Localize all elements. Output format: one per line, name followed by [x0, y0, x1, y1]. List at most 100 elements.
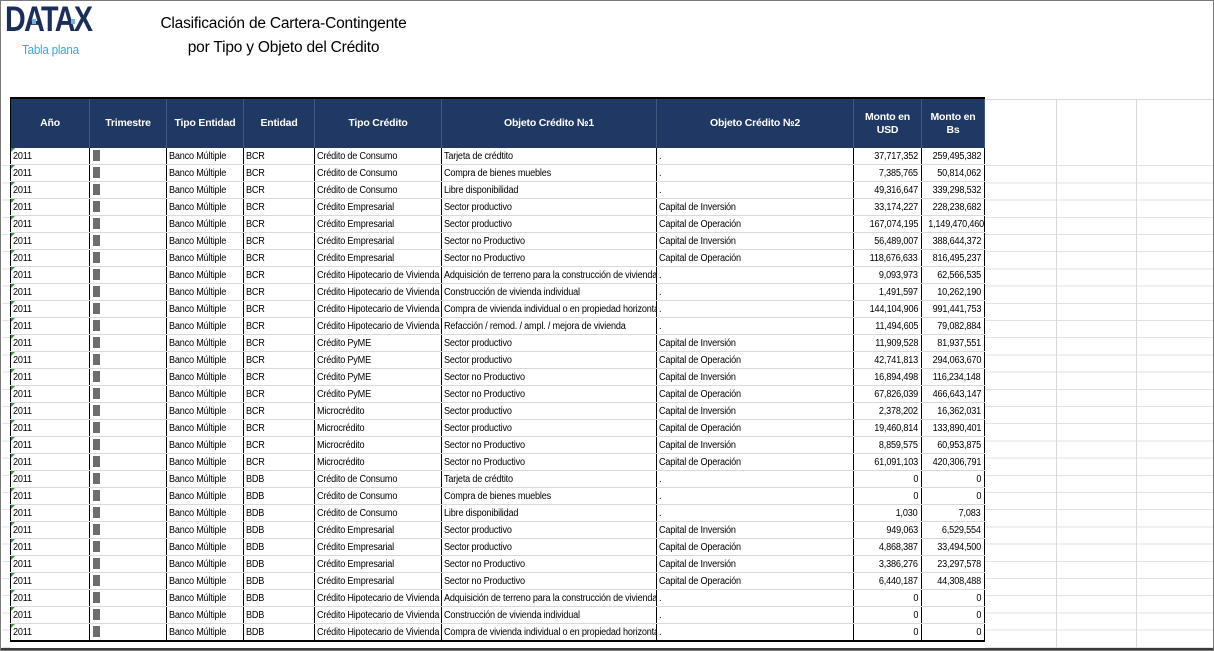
cell-tipo-credito[interactable]: Microcrédito [315, 420, 442, 437]
cell-tipo-entidad[interactable]: Banco Múltiple [167, 471, 244, 488]
cell-tipo-credito[interactable]: Crédito PyME [315, 352, 442, 369]
cell-objeto-credito-2[interactable]: Capital de Operación [657, 539, 854, 556]
cell-objeto-credito-1[interactable]: Compra de vivienda individual o en propi… [442, 624, 657, 642]
cell-entidad[interactable]: BCR [244, 318, 315, 335]
cell-monto-bs[interactable]: 0 [922, 488, 985, 505]
cell-objeto-credito-1[interactable]: Sector no Productivo [442, 573, 657, 590]
cell-monto-usd[interactable]: 19,460,814 [854, 420, 922, 437]
cell-monto-usd[interactable]: 37,717,352 [854, 148, 922, 165]
cell-ano[interactable]: 2011 [11, 335, 90, 352]
cell-objeto-credito-1[interactable]: Tarjeta de crédtito [442, 148, 657, 165]
cell-ano[interactable]: 2011 [11, 505, 90, 522]
cell-ano[interactable]: 2011 [11, 284, 90, 301]
cell-tipo-entidad[interactable]: Banco Múltiple [167, 199, 244, 216]
cell-tipo-entidad[interactable]: Banco Múltiple [167, 590, 244, 607]
cell-trimestre[interactable] [90, 386, 167, 403]
cell-trimestre[interactable] [90, 148, 167, 165]
cell-tipo-entidad[interactable]: Banco Múltiple [167, 165, 244, 182]
cell-tipo-credito[interactable]: Crédito de Consumo [315, 182, 442, 199]
cell-objeto-credito-2[interactable]: . [657, 590, 854, 607]
cell-objeto-credito-1[interactable]: Compra de vivienda individual o en propi… [442, 301, 657, 318]
cell-objeto-credito-1[interactable]: Sector no Productivo [442, 250, 657, 267]
cell-objeto-credito-2[interactable]: Capital de Inversión [657, 233, 854, 250]
cell-monto-usd[interactable]: 9,093,973 [854, 267, 922, 284]
cell-monto-bs[interactable]: 23,297,578 [922, 556, 985, 573]
cell-monto-usd[interactable]: 144,104,906 [854, 301, 922, 318]
cell-trimestre[interactable] [90, 471, 167, 488]
cell-monto-bs[interactable]: 62,566,535 [922, 267, 985, 284]
cell-trimestre[interactable] [90, 335, 167, 352]
cell-entidad[interactable]: BCR [244, 250, 315, 267]
cell-tipo-credito[interactable]: Crédito Empresarial [315, 199, 442, 216]
cell-objeto-credito-2[interactable]: . [657, 471, 854, 488]
cell-tipo-entidad[interactable]: Banco Múltiple [167, 539, 244, 556]
cell-tipo-entidad[interactable]: Banco Múltiple [167, 369, 244, 386]
cell-monto-bs[interactable]: 33,494,500 [922, 539, 985, 556]
cell-objeto-credito-2[interactable]: Capital de Inversión [657, 369, 854, 386]
cell-monto-bs[interactable]: 81,937,551 [922, 335, 985, 352]
cell-monto-bs[interactable]: 50,814,062 [922, 165, 985, 182]
cell-monto-usd[interactable]: 7,385,765 [854, 165, 922, 182]
cell-tipo-credito[interactable]: Crédito Hipotecario de Vivienda [315, 624, 442, 642]
cell-ano[interactable]: 2011 [11, 301, 90, 318]
cell-tipo-credito[interactable]: Crédito PyME [315, 386, 442, 403]
cell-tipo-entidad[interactable]: Banco Múltiple [167, 182, 244, 199]
cell-ano[interactable]: 2011 [11, 267, 90, 284]
cell-monto-usd[interactable]: 0 [854, 624, 922, 642]
cell-ano[interactable]: 2011 [11, 386, 90, 403]
cell-objeto-credito-2[interactable]: Capital de Operación [657, 454, 854, 471]
cell-tipo-entidad[interactable]: Banco Múltiple [167, 437, 244, 454]
cell-monto-bs[interactable]: 79,082,884 [922, 318, 985, 335]
cell-objeto-credito-2[interactable]: Capital de Inversión [657, 556, 854, 573]
cell-monto-bs[interactable]: 10,262,190 [922, 284, 985, 301]
cell-tipo-credito[interactable]: Crédito de Consumo [315, 148, 442, 165]
cell-ano[interactable]: 2011 [11, 488, 90, 505]
cell-trimestre[interactable] [90, 318, 167, 335]
cell-monto-bs[interactable]: 991,441,753 [922, 301, 985, 318]
cell-monto-usd[interactable]: 61,091,103 [854, 454, 922, 471]
cell-monto-usd[interactable]: 1,491,597 [854, 284, 922, 301]
cell-ano[interactable]: 2011 [11, 437, 90, 454]
cell-trimestre[interactable] [90, 216, 167, 233]
cell-ano[interactable]: 2011 [11, 522, 90, 539]
cell-monto-usd[interactable]: 11,909,528 [854, 335, 922, 352]
cell-trimestre[interactable] [90, 420, 167, 437]
cell-objeto-credito-2[interactable]: . [657, 488, 854, 505]
cell-ano[interactable]: 2011 [11, 318, 90, 335]
cell-monto-usd[interactable]: 33,174,227 [854, 199, 922, 216]
cell-trimestre[interactable] [90, 352, 167, 369]
cell-trimestre[interactable] [90, 539, 167, 556]
cell-objeto-credito-1[interactable]: Refacción / remod. / ampl. / mejora de v… [442, 318, 657, 335]
cell-tipo-credito[interactable]: Crédito Empresarial [315, 250, 442, 267]
cell-monto-bs[interactable]: 294,063,670 [922, 352, 985, 369]
cell-tipo-credito[interactable]: Crédito PyME [315, 369, 442, 386]
cell-monto-bs[interactable]: 6,529,554 [922, 522, 985, 539]
cell-monto-usd[interactable]: 42,741,813 [854, 352, 922, 369]
cell-objeto-credito-1[interactable]: Sector no Productivo [442, 556, 657, 573]
cell-monto-bs[interactable]: 816,495,237 [922, 250, 985, 267]
cell-trimestre[interactable] [90, 573, 167, 590]
cell-monto-bs[interactable]: 466,643,147 [922, 386, 985, 403]
cell-monto-usd[interactable]: 0 [854, 471, 922, 488]
cell-monto-usd[interactable]: 3,386,276 [854, 556, 922, 573]
cell-ano[interactable]: 2011 [11, 369, 90, 386]
cell-tipo-credito[interactable]: Crédito Hipotecario de Vivienda [315, 318, 442, 335]
cell-tipo-entidad[interactable]: Banco Múltiple [167, 403, 244, 420]
cell-entidad[interactable]: BCR [244, 148, 315, 165]
cell-ano[interactable]: 2011 [11, 199, 90, 216]
cell-entidad[interactable]: BCR [244, 182, 315, 199]
cell-tipo-credito[interactable]: Crédito de Consumo [315, 471, 442, 488]
cell-tipo-credito[interactable]: Crédito PyME [315, 335, 442, 352]
cell-objeto-credito-1[interactable]: Adquisición de terreno para la construcc… [442, 590, 657, 607]
cell-objeto-credito-1[interactable]: Sector no Productivo [442, 386, 657, 403]
cell-entidad[interactable]: BDB [244, 607, 315, 624]
cell-entidad[interactable]: BCR [244, 301, 315, 318]
cell-ano[interactable]: 2011 [11, 403, 90, 420]
cell-tipo-entidad[interactable]: Banco Múltiple [167, 488, 244, 505]
cell-objeto-credito-2[interactable]: . [657, 267, 854, 284]
cell-ano[interactable]: 2011 [11, 250, 90, 267]
cell-tipo-credito[interactable]: Crédito Empresarial [315, 522, 442, 539]
cell-monto-usd[interactable]: 0 [854, 488, 922, 505]
cell-monto-usd[interactable]: 118,676,633 [854, 250, 922, 267]
cell-monto-bs[interactable]: 0 [922, 624, 985, 642]
